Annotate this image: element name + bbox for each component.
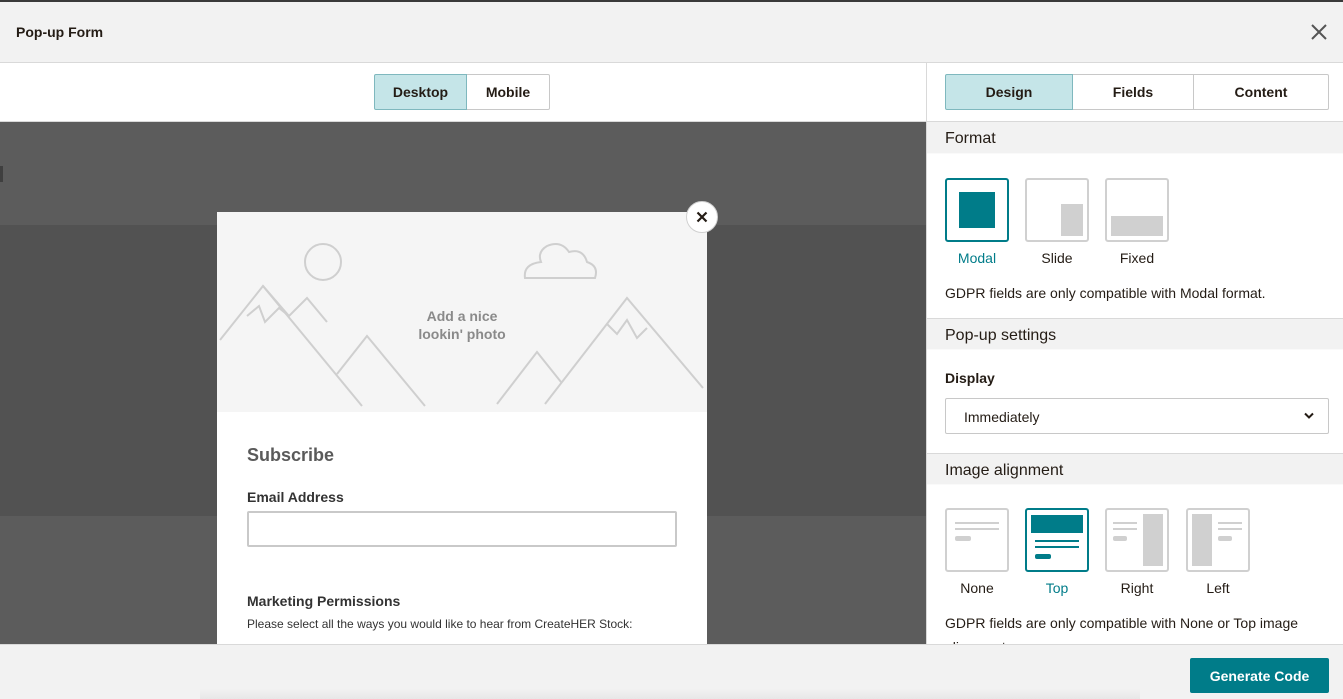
modal-format-icon	[959, 192, 995, 228]
image-alignment-heading: Image alignment	[945, 462, 1064, 479]
align-top-icon	[1031, 515, 1083, 559]
photo-placeholder-text: Add a nice lookin' photo	[217, 307, 707, 343]
display-select-value: Immediately	[964, 409, 1040, 425]
popup-form-preview: Add a nice lookin' photo Subscribe Email…	[217, 212, 707, 644]
footer-bar: Generate Code	[0, 644, 1343, 699]
align-left-option[interactable]	[1186, 508, 1250, 572]
format-section-header: Format	[927, 122, 1343, 154]
fixed-format-label: Fixed	[1119, 250, 1155, 266]
align-none-label: None	[960, 580, 994, 596]
slide-format-icon	[1061, 204, 1083, 236]
align-none-icon	[955, 522, 999, 541]
tab-fields[interactable]: Fields	[1073, 74, 1194, 110]
tab-content[interactable]: Content	[1194, 74, 1329, 110]
display-select[interactable]: Immediately	[945, 398, 1329, 434]
align-right-icon	[1113, 514, 1163, 566]
popup-close-icon[interactable]	[686, 201, 718, 233]
image-alignment-header: Image alignment	[927, 453, 1343, 485]
photo-text-line2: lookin' photo	[418, 326, 506, 342]
popup-settings-heading: Pop-up settings	[945, 327, 1057, 344]
photo-placeholder[interactable]: Add a nice lookin' photo	[217, 212, 707, 412]
desktop-button[interactable]: Desktop	[374, 74, 467, 110]
align-top-option[interactable]	[1025, 508, 1089, 572]
fixed-format-icon	[1111, 216, 1163, 236]
window-title: Pop-up Form	[16, 24, 104, 40]
align-right-option[interactable]	[1105, 508, 1169, 572]
format-heading: Format	[945, 130, 996, 147]
preview-canvas: Add a nice lookin' photo Subscribe Email…	[0, 122, 926, 644]
align-top-label: Top	[1045, 580, 1069, 596]
format-note: GDPR fields are only compatible with Mod…	[945, 285, 1266, 301]
fixed-format-option[interactable]	[1105, 178, 1169, 242]
email-input[interactable]	[247, 511, 677, 547]
footer-shadow	[200, 689, 1140, 699]
chevron-down-icon	[1304, 412, 1314, 419]
preview-toolbar: Desktop Mobile	[0, 63, 926, 122]
align-none-option[interactable]	[945, 508, 1009, 572]
slide-format-option[interactable]	[1025, 178, 1089, 242]
window-header: Pop-up Form	[0, 0, 1343, 63]
display-label: Display	[945, 370, 995, 386]
email-label: Email Address	[247, 489, 344, 505]
align-right-label: Right	[1120, 580, 1154, 596]
popup-title: Subscribe	[247, 445, 335, 465]
preview-notch	[0, 166, 3, 182]
generate-code-button[interactable]: Generate Code	[1190, 658, 1329, 693]
photo-text-line1: Add a nice	[426, 308, 498, 324]
modal-format-label: Modal	[957, 250, 997, 266]
align-left-icon	[1192, 514, 1242, 566]
close-icon[interactable]	[1309, 22, 1329, 42]
align-left-label: Left	[1206, 580, 1230, 596]
modal-format-option[interactable]	[945, 178, 1009, 242]
settings-panel: Design Fields Content Format Modal Slide…	[926, 63, 1343, 644]
panel-tabs: Design Fields Content	[945, 74, 1329, 110]
marketing-permissions-desc: Please select all the ways you would lik…	[247, 617, 633, 631]
slide-format-label: Slide	[1041, 250, 1073, 266]
tab-design[interactable]: Design	[945, 74, 1073, 110]
device-toggle: Desktop Mobile	[374, 74, 550, 110]
image-alignment-note: GDPR fields are only compatible with Non…	[945, 615, 1299, 644]
marketing-permissions-title: Marketing Permissions	[247, 593, 401, 609]
mobile-button[interactable]: Mobile	[467, 74, 550, 110]
popup-settings-header: Pop-up settings	[927, 318, 1343, 350]
